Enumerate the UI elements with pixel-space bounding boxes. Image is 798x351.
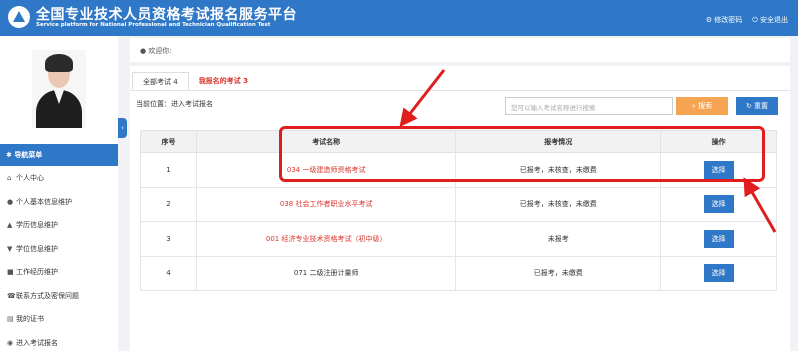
exam-name: 038 社会工作者职业水平考试 <box>195 186 457 222</box>
home-icon: ⌂ <box>7 174 12 182</box>
row-action: 选择 <box>660 221 777 257</box>
platform-title: 全国专业技术人员资格考试报名服务平台 <box>36 7 297 23</box>
sidebar-item-personal-center[interactable]: ⌂ 个人中心 <box>0 166 118 190</box>
search-button[interactable]: ⌕ 搜索 <box>676 97 728 115</box>
sidebar-item-label: 我的证书 <box>16 315 44 323</box>
select-button[interactable]: 选择 <box>703 195 734 214</box>
reset-button-label: 重置 <box>754 102 769 110</box>
top-header: 全国专业技术人员资格考试报名服务平台 Service platform for … <box>0 0 798 36</box>
select-button[interactable]: 选择 <box>703 264 734 283</box>
sidebar-item-label: 个人中心 <box>16 174 44 182</box>
logout-link[interactable]: ⏻ 安全退出 <box>752 15 788 25</box>
sidebar-item-label: 个人基本信息维护 <box>16 197 72 206</box>
nav-list: ⌂ 个人中心 ● 个人基本信息维护 ▲ 学历信息维护 ▼ 学位信息维护 ■ 工作经历维护 … <box>0 166 118 351</box>
avatar <box>32 50 86 128</box>
change-password-label: 修改密码 <box>714 16 743 24</box>
annotation-highlight-box <box>279 126 765 182</box>
sidebar-item-label: 学历信息维护 <box>16 221 58 229</box>
row-index: 1 <box>140 152 197 188</box>
exam-status: 已报考，未缴费 <box>455 255 662 291</box>
sidebar-item-label: 学位信息维护 <box>16 244 58 253</box>
row-index: 2 <box>140 186 197 222</box>
user-icon: ● <box>140 47 147 55</box>
exam-name: 001 经济专业技术资格考试（初中级） <box>195 221 457 257</box>
exam-status: 未报考 <box>455 221 662 257</box>
platform-subtitle: Service platform for National Profession… <box>36 22 271 28</box>
sidebar-collapse-toggle[interactable]: ‹ <box>118 118 127 138</box>
row-action: 选择 <box>660 186 777 222</box>
menu-icon: ✱ <box>6 151 12 159</box>
sidebar-item-work-experience[interactable]: ■ 工作经历维护 <box>0 260 118 284</box>
exam-status: 已报考，未核查，未缴费 <box>455 186 662 222</box>
tab-my-exams[interactable]: 我报名的考试 3 <box>189 72 258 90</box>
enter-icon: ◉ <box>7 338 14 347</box>
certificate-icon: ▤ <box>7 315 14 323</box>
platform-logo-icon <box>8 6 30 28</box>
tabs-divider <box>130 90 790 91</box>
reset-button[interactable]: ↻ 重置 <box>736 97 778 115</box>
degree-icon: ▼ <box>7 244 13 253</box>
welcome-bar: ● 欢迎你: <box>130 38 790 62</box>
user-icon: ● <box>7 197 14 206</box>
sidebar-item-certificates[interactable]: ▤ 我的证书 <box>0 307 118 331</box>
refresh-icon: ↻ <box>745 102 752 110</box>
search-button-label: 搜索 <box>698 102 713 110</box>
search-icon: ⌕ <box>691 102 696 110</box>
row-index: 3 <box>140 221 197 257</box>
tab-all-exams[interactable]: 全部考试 4 <box>132 72 189 90</box>
sidebar-item-contact[interactable]: ☎联系方式及密保问题 <box>0 284 118 308</box>
sidebar-item-exam-registration[interactable]: ◉ 进入考试报名 <box>0 331 118 351</box>
graduation-cap-icon: ▲ <box>7 221 13 229</box>
exam-name: 071 二级注册计量师 <box>195 255 457 291</box>
change-password-link[interactable]: ⚙ 修改密码 <box>706 15 743 25</box>
nav-menu-header: ✱ 导航菜单 <box>0 144 118 166</box>
avatar-hair <box>45 54 73 72</box>
briefcase-icon: ■ <box>7 268 14 276</box>
main-panel: 全部考试 4 我报名的考试 3 当前位置：进入考试报名 您可以输入考试名称进行搜… <box>130 66 790 351</box>
welcome-text: 欢迎你: <box>148 47 172 55</box>
sidebar-item-education[interactable]: ▲ 学历信息维护 <box>0 213 118 237</box>
sidebar-item-label: 工作经历维护 <box>16 268 58 276</box>
table-row: 3 001 经济专业技术资格考试（初中级） 未报考 选择 <box>140 221 777 257</box>
search-input[interactable]: 您可以输入考试名称进行搜索 <box>505 97 673 115</box>
row-index: 4 <box>140 255 197 291</box>
sidebar-item-degree[interactable]: ▼ 学位信息维护 <box>0 237 118 261</box>
breadcrumb: 当前位置：进入考试报名 <box>136 100 213 108</box>
logout-label: 安全退出 <box>760 16 788 24</box>
sidebar-item-label: 联系方式及密保问题 <box>16 291 79 300</box>
phone-icon: ☎ <box>7 291 16 300</box>
header-actions: ⚙ 修改密码 ⏻ 安全退出 <box>706 15 788 25</box>
table-row: 4 071 二级注册计量师 已报考，未缴费 选择 <box>140 255 777 291</box>
sidebar-item-label: 进入考试报名 <box>16 338 58 347</box>
sidebar-item-basic-info[interactable]: ● 个人基本信息维护 <box>0 190 118 214</box>
exam-tabs: 全部考试 4 我报名的考试 3 <box>132 72 258 90</box>
column-header: 序号 <box>140 130 197 153</box>
sidebar: ✱ 导航菜单 ⌂ 个人中心 ● 个人基本信息维护 ▲ 学历信息维护 ▼ 学位信息维护 ■… <box>0 36 118 351</box>
table-row: 2 038 社会工作者职业水平考试 已报考，未核查，未缴费 选择 <box>140 186 777 222</box>
nav-menu-title: 导航菜单 <box>14 151 43 159</box>
row-action: 选择 <box>660 255 777 291</box>
select-button[interactable]: 选择 <box>703 229 734 248</box>
